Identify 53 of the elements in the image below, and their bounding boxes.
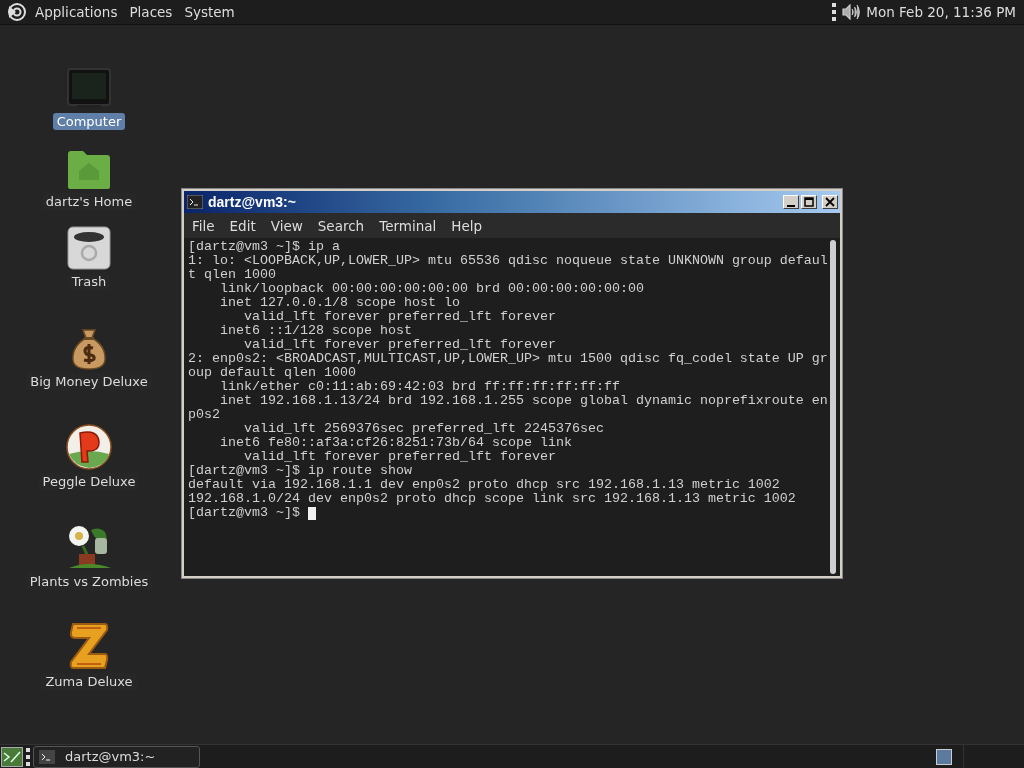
maximize-icon <box>804 197 814 207</box>
terminal-line: valid_lft 2569376sec preferred_lft 2245376sec <box>243 422 605 436</box>
menu-item[interactable]: Edit <box>229 217 256 234</box>
handle-icon <box>832 3 837 21</box>
volume-icon[interactable] <box>842 4 861 20</box>
terminal-line: valid_lft forever preferred_lft forever <box>243 450 557 464</box>
stone-block-icon[interactable] <box>69 622 109 670</box>
terminal-line: inet6 ::1/128 scope host <box>219 324 413 338</box>
folder-icon[interactable] <box>67 150 111 190</box>
terminal-line: link/loopback 00:00:00:00:00:00 brd 00:00:00:00:00:00 <box>219 282 645 296</box>
terminal-line: 1: lo: <LOOPBACK,UP,LOWER_UP> mtu 65536 qdisc noqueue state UNKNOWN group defaul <box>188 254 828 268</box>
handle-icon <box>26 747 30 766</box>
minimize-icon <box>787 204 795 207</box>
terminal-line: oup default qlen 1000 <box>188 366 357 380</box>
terminal-line: 2: enp0s2: <BROADCAST,MULTICAST,UP,LOWER_UP> mtu 1500 qdisc fq_codel state UP gr <box>188 352 828 366</box>
terminal-line: default via 192.168.1.1 dev enp0s2 proto dhcp src 192.168.1.13 metric 1002 <box>188 478 781 492</box>
clock[interactable]: Mon Feb 20, 11:36 PM <box>866 4 1016 20</box>
terminal-icon <box>187 195 203 209</box>
panel-menu[interactable]: Places <box>129 4 173 20</box>
terminal-icon <box>39 749 55 764</box>
terminal-line: valid_lft forever preferred_lft forever <box>243 338 557 352</box>
panel-menu[interactable]: System <box>184 4 235 20</box>
maximize-button[interactable] <box>801 195 817 209</box>
workspace-icon[interactable] <box>936 748 952 765</box>
menu-item[interactable]: Help <box>451 217 483 234</box>
terminal-line: inet6 fe80::af3a:cf26:8251:73b/64 scope link <box>219 436 573 450</box>
terminal-line: t qlen 1000 <box>188 268 277 282</box>
panel-menu[interactable]: Applications <box>35 4 118 20</box>
close-button[interactable] <box>822 195 838 209</box>
taskbar-button[interactable]: dartz@vm3:~ <box>33 745 200 768</box>
close-icon <box>825 197 835 207</box>
menu-item[interactable]: Search <box>317 217 365 234</box>
menu-item[interactable]: Terminal <box>379 217 437 234</box>
scrollbar[interactable] <box>829 240 836 574</box>
terminal-line: valid_lft forever preferred_lft forever <box>243 310 557 324</box>
icon-label[interactable]: Computer <box>52 113 126 130</box>
money-bag-icon[interactable] <box>70 328 108 370</box>
terminal-line: [dartz@vm3 ~]$ ip route show <box>188 464 413 478</box>
window-title: dartz@vm3:~ <box>208 194 296 210</box>
minimize-button[interactable] <box>783 195 799 209</box>
prompt: [dartz@vm3 ~]$ <box>188 506 301 520</box>
menu-item[interactable]: File <box>192 217 215 234</box>
terminal-line: inet 127.0.0.1/8 scope host lo <box>219 296 461 310</box>
terminal-line: [dartz@vm3 ~]$ ip a <box>188 240 341 254</box>
menu-item[interactable]: View <box>270 217 303 234</box>
terminal-line: p0s2 <box>188 408 221 422</box>
ball-icon[interactable] <box>66 424 112 470</box>
show-desktop-icon[interactable] <box>1 746 23 767</box>
terminal-line: 192.168.1.0/24 dev enp0s2 proto dhcp scope link src 192.168.1.13 metric 1002 <box>188 492 797 506</box>
terminal-line: link/ether c0:11:ab:69:42:03 brd ff:ff:ff:ff:ff:ff <box>219 380 621 394</box>
trash-icon[interactable] <box>67 226 111 270</box>
terminal-line: inet 192.168.1.13/24 brd 192.168.1.255 scope global dynamic noprefixroute en <box>219 394 828 408</box>
logo-icon[interactable] <box>7 2 27 22</box>
